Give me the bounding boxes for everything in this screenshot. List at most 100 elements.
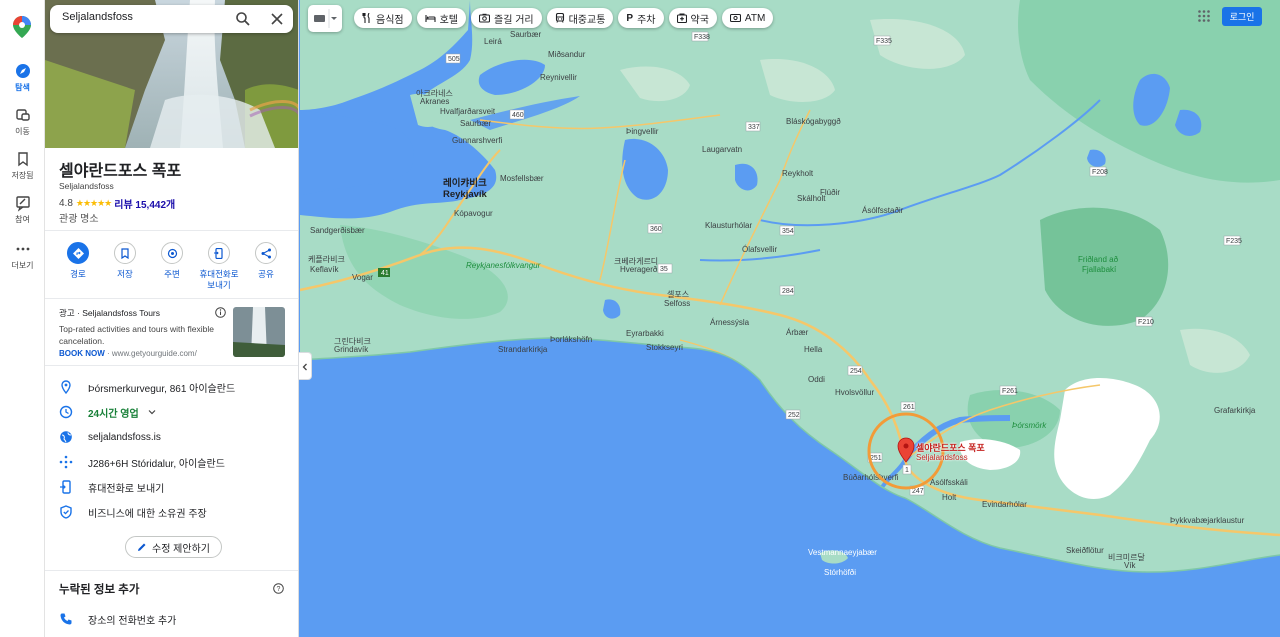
bookmark-icon xyxy=(121,247,129,259)
rail-item-more[interactable]: 더보기 xyxy=(0,240,45,271)
chip-atm[interactable]: ATM xyxy=(721,8,774,28)
pencil-icon xyxy=(138,543,146,551)
login-button[interactable]: 로그인 xyxy=(1222,7,1262,26)
svg-text:Saurbær: Saurbær xyxy=(460,119,491,128)
divider xyxy=(45,365,298,366)
svg-text:Gunnarshverfi: Gunnarshverfi xyxy=(452,136,502,145)
svg-text:284: 284 xyxy=(782,288,794,295)
suggest-edit-button[interactable]: 수정 제안하기 xyxy=(125,536,222,558)
atm-icon xyxy=(729,13,741,23)
svg-text:Miðsandur: Miðsandur xyxy=(548,50,586,59)
svg-text:Reykjavík: Reykjavík xyxy=(443,189,488,200)
directions-button[interactable]: 경로 xyxy=(55,242,101,291)
svg-text:Búðarhólshverfi: Búðarhólshverfi xyxy=(843,473,899,482)
chip-hotels[interactable]: 호텔 xyxy=(416,8,467,28)
address-row[interactable]: Þórsmerkurvegur, 861 아이슬란드 xyxy=(59,378,235,396)
help-icon[interactable]: ? xyxy=(273,583,284,594)
svg-text:460: 460 xyxy=(512,112,524,119)
svg-text:Friðland að: Friðland að xyxy=(1078,255,1119,264)
svg-text:Hvolsvöllur: Hvolsvöllur xyxy=(835,388,874,397)
suggest-edit-label: 수정 제안하기 xyxy=(152,543,210,555)
chip-transit[interactable]: 대중교통 xyxy=(546,8,614,28)
svg-text:252: 252 xyxy=(788,412,800,419)
layers-button[interactable] xyxy=(308,5,342,32)
svg-text:Hvalfjarðarsveit: Hvalfjarðarsveit xyxy=(440,107,496,116)
send-to-phone-row[interactable]: 휴대전화로 보내기 xyxy=(59,478,164,496)
chip-parking[interactable]: P 주차 xyxy=(618,8,664,28)
svg-text:레이캬비크: 레이캬비크 xyxy=(443,177,487,189)
close-icon[interactable] xyxy=(269,11,285,27)
reviews-link[interactable]: 리뷰 15,442개 xyxy=(114,196,175,211)
svg-text:?: ? xyxy=(277,586,281,593)
svg-text:Ásólfsskáli: Ásólfsskáli xyxy=(930,478,968,487)
svg-text:Ólafsvellir: Ólafsvellir xyxy=(742,245,777,254)
ad-description: Top-rated activities and tours with flex… xyxy=(59,324,214,346)
camera-icon xyxy=(479,13,491,23)
svg-text:Sandgerðisbær: Sandgerðisbær xyxy=(310,226,365,235)
svg-text:Klausturhólar: Klausturhólar xyxy=(705,221,752,230)
collapse-panel-button[interactable] xyxy=(299,352,312,380)
chip-restaurants[interactable]: 음식점 xyxy=(354,8,412,28)
website-row[interactable]: seljalandsfoss.is xyxy=(59,428,161,446)
share-button[interactable]: 공유 xyxy=(243,242,289,291)
chevron-left-icon xyxy=(302,363,307,371)
chip-label: 주차 xyxy=(637,14,656,26)
svg-text:35: 35 xyxy=(660,266,668,273)
svg-text:Leirá: Leirá xyxy=(484,37,502,46)
claim-business-row[interactable]: 비즈니스에 대한 소유권 주장 xyxy=(59,503,207,521)
send-to-phone-button[interactable]: 휴대전화로 보내기 xyxy=(196,242,242,291)
rail-item-go[interactable]: 이동 xyxy=(0,106,45,137)
apps-grid-icon[interactable] xyxy=(1197,9,1211,23)
sponsored-ad[interactable]: 광고 · Seljalandsfoss Tours Top-rated acti… xyxy=(59,307,289,359)
rail-item-saved[interactable]: 저장됨 xyxy=(0,150,45,181)
info-icon[interactable] xyxy=(215,307,226,318)
svg-text:Laugarvatn: Laugarvatn xyxy=(702,145,742,154)
svg-text:F235: F235 xyxy=(1226,238,1242,245)
layers-icon xyxy=(314,9,337,28)
ad-cta[interactable]: BOOK NOW xyxy=(59,349,105,358)
rail-item-contribute[interactable]: 참여 xyxy=(0,194,45,225)
svg-text:Ásólfsstaðir: Ásólfsstaðir xyxy=(862,206,904,215)
svg-text:354: 354 xyxy=(782,228,794,235)
ad-thumbnail[interactable] xyxy=(233,307,285,357)
google-maps-logo[interactable] xyxy=(13,16,31,38)
action-label: 공유 xyxy=(258,269,274,279)
marker-label[interactable]: 셀야란드포스 폭포 Seljalandsfoss xyxy=(916,443,985,463)
chip-label: ATM xyxy=(744,12,766,24)
hotel-icon xyxy=(425,15,436,22)
ad-url: · www.getyourguide.com/ xyxy=(104,349,197,358)
svg-text:Evindarhólar: Evindarhólar xyxy=(982,500,1027,509)
save-button[interactable]: 저장 xyxy=(102,242,148,291)
svg-text:Stórhöfði: Stórhöfði xyxy=(824,568,856,577)
transit-icon xyxy=(555,13,564,23)
svg-text:Þorlákshöfn: Þorlákshöfn xyxy=(550,335,592,344)
pluscode-text: J286+6H Stóridalur, 아이슬란드 xyxy=(88,458,225,470)
rail-item-explore[interactable]: 탐색 xyxy=(0,62,45,93)
place-category[interactable]: 관광 명소 xyxy=(59,210,99,225)
add-phone-row[interactable]: 장소의 전화번호 추가 xyxy=(59,610,176,628)
pharmacy-icon xyxy=(676,13,687,23)
nearby-button[interactable]: 주변 xyxy=(149,242,195,291)
action-label: 저장 xyxy=(117,269,133,279)
contribute-icon xyxy=(15,196,30,212)
search-input[interactable] xyxy=(62,11,222,23)
chip-pharmacy[interactable]: 약국 xyxy=(668,8,717,28)
search-icon[interactable] xyxy=(235,11,251,27)
svg-text:360: 360 xyxy=(650,226,662,233)
hours-row[interactable]: 24시간 영업 xyxy=(59,403,157,421)
svg-text:Hella: Hella xyxy=(804,345,823,354)
svg-text:Vík: Vík xyxy=(1124,561,1137,570)
divider xyxy=(45,298,298,299)
website-text: seljalandsfoss.is xyxy=(88,431,161,443)
pluscode-row[interactable]: J286+6H Stóridalur, 아이슬란드 xyxy=(59,453,225,471)
svg-text:Reykjanesfólkvangur: Reykjanesfólkvangur xyxy=(466,261,541,270)
car-icon xyxy=(15,109,30,121)
globe-icon xyxy=(60,431,72,443)
place-subtitle: Seljalandsfoss xyxy=(59,181,114,191)
svg-text:F261: F261 xyxy=(1002,388,1018,395)
parking-icon: P xyxy=(626,12,634,24)
chip-things-to-do[interactable]: 즐길 거리 xyxy=(471,8,542,28)
svg-text:Þingvellir: Þingvellir xyxy=(626,127,659,136)
chevron-down-icon[interactable] xyxy=(147,407,157,417)
svg-text:F208: F208 xyxy=(1092,169,1108,176)
